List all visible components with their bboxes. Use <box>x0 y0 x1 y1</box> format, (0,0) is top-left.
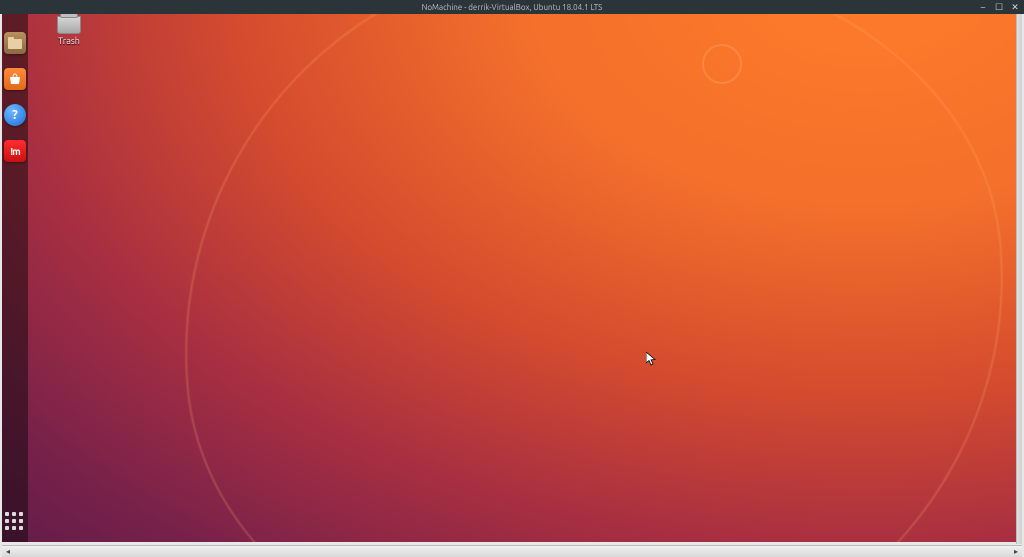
window-title: NoMachine - derrik-VirtualBox, Ubuntu 18… <box>422 3 603 12</box>
remote-desktop-viewport[interactable]: ? !m Trash <box>2 14 1018 542</box>
show-applications-button[interactable] <box>5 512 25 532</box>
ubuntu-dock: ? !m <box>2 14 28 542</box>
software-store-icon[interactable] <box>4 68 26 90</box>
viewport-wrap: ? !m Trash <box>0 14 1024 544</box>
chevron-left-icon: ◂ <box>6 547 10 556</box>
window-controls: – ☐ ✕ <box>978 0 1020 14</box>
trash-label: Trash <box>58 36 80 46</box>
help-icon[interactable]: ? <box>4 104 26 126</box>
nomachine-icon[interactable]: !m <box>4 140 26 162</box>
ubuntu-wallpaper <box>2 14 1018 542</box>
chevron-right-icon: ▸ <box>1014 547 1018 556</box>
window-titlebar[interactable]: NoMachine - derrik-VirtualBox, Ubuntu 18… <box>0 0 1024 14</box>
trash-desktop-icon[interactable]: Trash <box>48 16 90 46</box>
trash-icon <box>57 16 81 34</box>
horizontal-scrollbar[interactable]: ◂ ▸ <box>2 545 1022 557</box>
wallpaper-accent-icon <box>702 44 742 84</box>
help-glyph: ? <box>12 108 18 122</box>
vertical-scrollbar[interactable] <box>1016 14 1022 544</box>
nomachine-window: NoMachine - derrik-VirtualBox, Ubuntu 18… <box>0 0 1024 557</box>
maximize-button[interactable]: ☐ <box>994 2 1004 13</box>
files-icon[interactable] <box>4 32 26 54</box>
close-button[interactable]: ✕ <box>1010 2 1020 13</box>
scroll-left-button[interactable]: ◂ <box>2 547 14 557</box>
nomachine-glyph: !m <box>10 146 19 157</box>
scroll-right-button[interactable]: ▸ <box>1010 547 1022 557</box>
minimize-button[interactable]: – <box>978 2 988 12</box>
